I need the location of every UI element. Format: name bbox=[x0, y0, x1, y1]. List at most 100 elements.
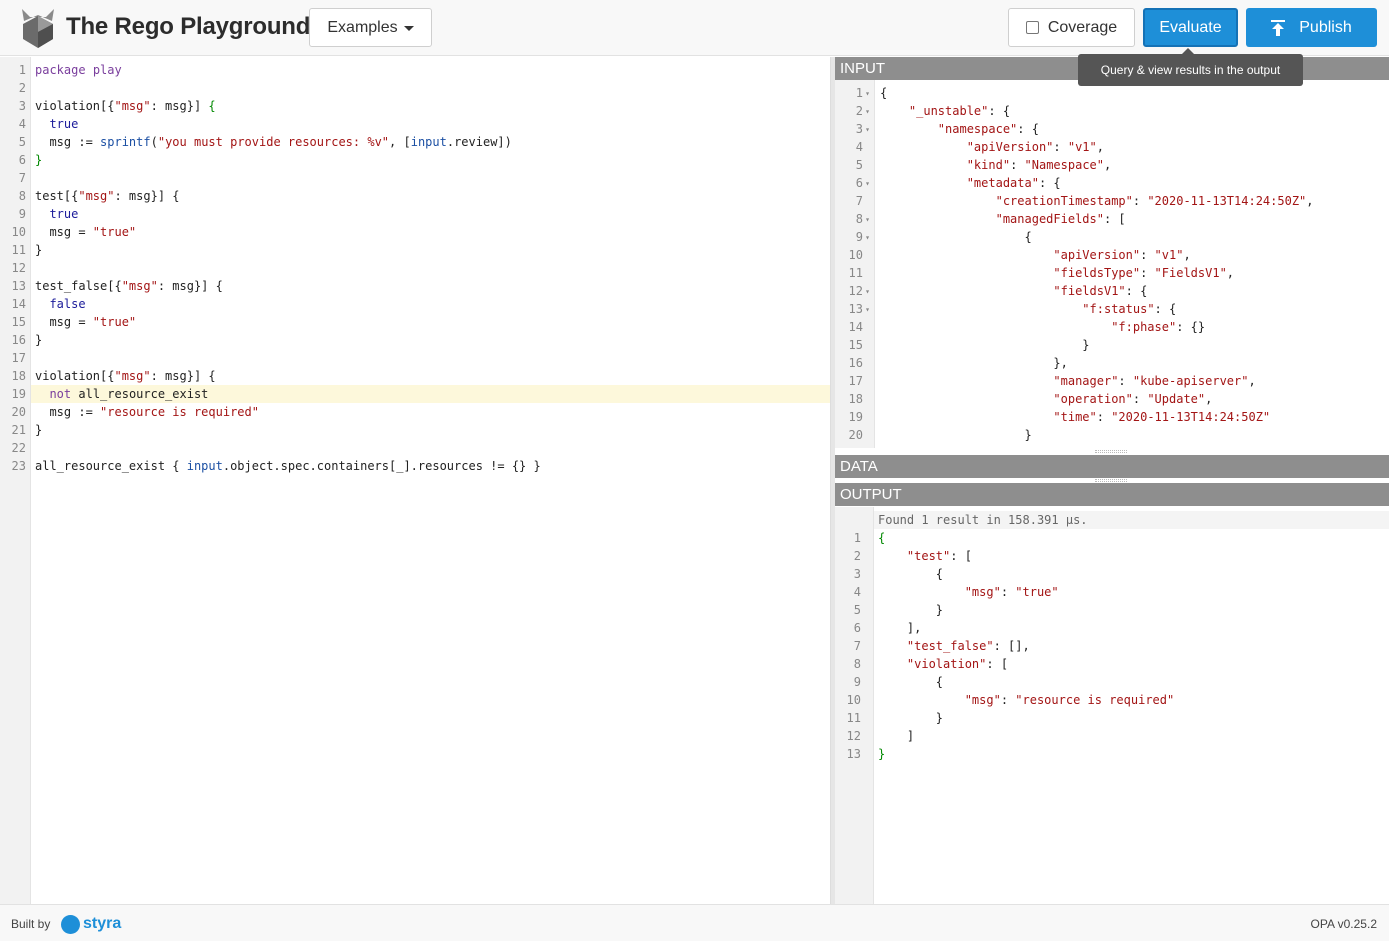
code-token: "true" bbox=[1015, 585, 1059, 599]
code-line: package play bbox=[31, 61, 830, 79]
code-token: "fieldsType" bbox=[1053, 266, 1141, 280]
code-token: true bbox=[49, 117, 79, 131]
code-token: : bbox=[1000, 693, 1016, 707]
fold-arrow-icon[interactable]: ▾ bbox=[863, 283, 872, 301]
examples-dropdown-button[interactable]: Examples bbox=[309, 8, 432, 47]
output-pane-header[interactable]: OUTPUT bbox=[835, 483, 1389, 506]
line-number: 16 bbox=[835, 354, 874, 372]
code-token: , bbox=[1096, 140, 1104, 154]
code-line: }, bbox=[876, 354, 1389, 372]
code-line: true bbox=[31, 205, 830, 223]
code-token: { bbox=[878, 567, 944, 581]
line-number: 1 ▾ bbox=[835, 84, 874, 102]
code-token: "apiVersion" bbox=[1053, 248, 1141, 262]
code-line: msg = "true" bbox=[31, 313, 830, 331]
code-token: "true" bbox=[92, 225, 137, 239]
code-line: false bbox=[31, 295, 830, 313]
styra-logo[interactable]: styra bbox=[61, 914, 129, 934]
input-resize-handle[interactable] bbox=[1095, 450, 1127, 453]
code-line: not all_resource_exist bbox=[31, 385, 830, 403]
code-token: { bbox=[880, 86, 888, 100]
code-token: .object.spec.containers[_].resources != … bbox=[222, 459, 541, 473]
editor-code[interactable]: package play violation[{"msg": msg}] { tr… bbox=[31, 61, 830, 475]
coverage-toggle-button[interactable]: Coverage bbox=[1008, 8, 1135, 47]
line-number: 7 bbox=[18, 171, 26, 185]
code-line: } bbox=[31, 241, 830, 259]
code-line: "violation": [ bbox=[874, 655, 1389, 673]
line-number: 4 bbox=[18, 117, 26, 131]
code-token: : bbox=[1118, 374, 1133, 388]
line-number: 15 bbox=[835, 336, 874, 354]
fold-arrow-icon[interactable]: ▾ bbox=[863, 85, 872, 103]
code-line: { bbox=[874, 673, 1389, 691]
line-number: 14 bbox=[835, 318, 874, 336]
line-number: 2 ▾ bbox=[835, 102, 874, 120]
code-token: "violation" bbox=[906, 657, 987, 671]
fold-arrow-icon[interactable]: ▾ bbox=[863, 121, 872, 139]
line-number: 11 bbox=[835, 264, 874, 282]
code-token: msg = bbox=[35, 315, 93, 329]
line-number: 5 bbox=[853, 603, 861, 617]
code-token: true bbox=[49, 207, 79, 221]
input-editor[interactable]: 1 ▾ 2 ▾ 3 ▾ 4 5 6 ▾ 7 8 ▾ 9 ▾ 10 11 12 ▾ 13 ▾ 14 15 16 1… bbox=[835, 80, 1389, 448]
line-number: 9 bbox=[18, 207, 26, 221]
code-token: "managedFields" bbox=[995, 212, 1104, 226]
code-line: "msg": "true" bbox=[874, 583, 1389, 601]
code-line: } bbox=[874, 601, 1389, 619]
code-token: "fieldsV1" bbox=[1053, 284, 1126, 298]
code-line: "metadata": { bbox=[876, 174, 1389, 192]
code-line: "fieldsV1": { bbox=[876, 282, 1389, 300]
code-token: "creationTimestamp" bbox=[995, 194, 1133, 208]
code-line: } bbox=[874, 745, 1389, 763]
fold-arrow-icon[interactable]: ▾ bbox=[863, 103, 872, 121]
code-token: "namespace" bbox=[937, 122, 1018, 136]
code-token: "Update" bbox=[1147, 392, 1206, 406]
footer: Built by styra OPA v0.25.2 bbox=[0, 904, 1389, 941]
publish-button[interactable]: Publish bbox=[1246, 8, 1377, 47]
code-token: { bbox=[878, 531, 886, 545]
line-number: 9 ▾ bbox=[835, 228, 874, 246]
input-code[interactable]: { "_unstable": { "namespace": { "apiVers… bbox=[876, 84, 1389, 444]
code-token: : { bbox=[1017, 122, 1039, 136]
fold-arrow-icon[interactable]: ▾ bbox=[863, 229, 872, 247]
line-number: 19 bbox=[11, 387, 26, 401]
opa-logo-icon bbox=[22, 9, 54, 48]
fold-arrow-icon[interactable]: ▾ bbox=[863, 301, 872, 319]
code-line: } bbox=[874, 709, 1389, 727]
code-line: } bbox=[31, 331, 830, 349]
coverage-checkbox[interactable] bbox=[1025, 21, 1039, 34]
evaluate-button[interactable]: Evaluate bbox=[1143, 8, 1238, 47]
fold-arrow-icon[interactable]: ▾ bbox=[863, 211, 872, 229]
fold-arrow-icon[interactable]: ▾ bbox=[863, 175, 872, 193]
policy-editor[interactable]: 1 2 3 4 5 6 7 8 9 10 11 12 13 14 15 16 17 18 19 20 21 22 23 pa… bbox=[0, 57, 831, 904]
code-token: "you must provide resources: %v" bbox=[157, 135, 390, 149]
code-token: ], bbox=[878, 621, 922, 635]
code-token: : bbox=[1140, 248, 1155, 262]
code-token: "kube-apiserver" bbox=[1132, 374, 1249, 388]
code-token: : { bbox=[988, 104, 1011, 118]
code-line: "namespace": { bbox=[876, 120, 1389, 138]
code-line: "test": [ bbox=[874, 547, 1389, 565]
line-number: 22 bbox=[11, 441, 26, 455]
code-token: "resource is required" bbox=[100, 405, 259, 419]
line-number: 13 bbox=[846, 747, 861, 761]
line-number: 5 bbox=[18, 135, 26, 149]
code-token: not bbox=[49, 387, 72, 401]
code-line: msg = "true" bbox=[31, 223, 830, 241]
code-token: sprintf bbox=[100, 135, 151, 149]
code-token: "f:phase" bbox=[1111, 320, 1177, 334]
data-resize-handle[interactable] bbox=[1095, 479, 1127, 482]
data-pane-header[interactable]: DATA bbox=[835, 455, 1389, 478]
line-number: 8 ▾ bbox=[835, 210, 874, 228]
caret-down-icon bbox=[403, 26, 414, 31]
line-number: 16 bbox=[11, 333, 26, 347]
